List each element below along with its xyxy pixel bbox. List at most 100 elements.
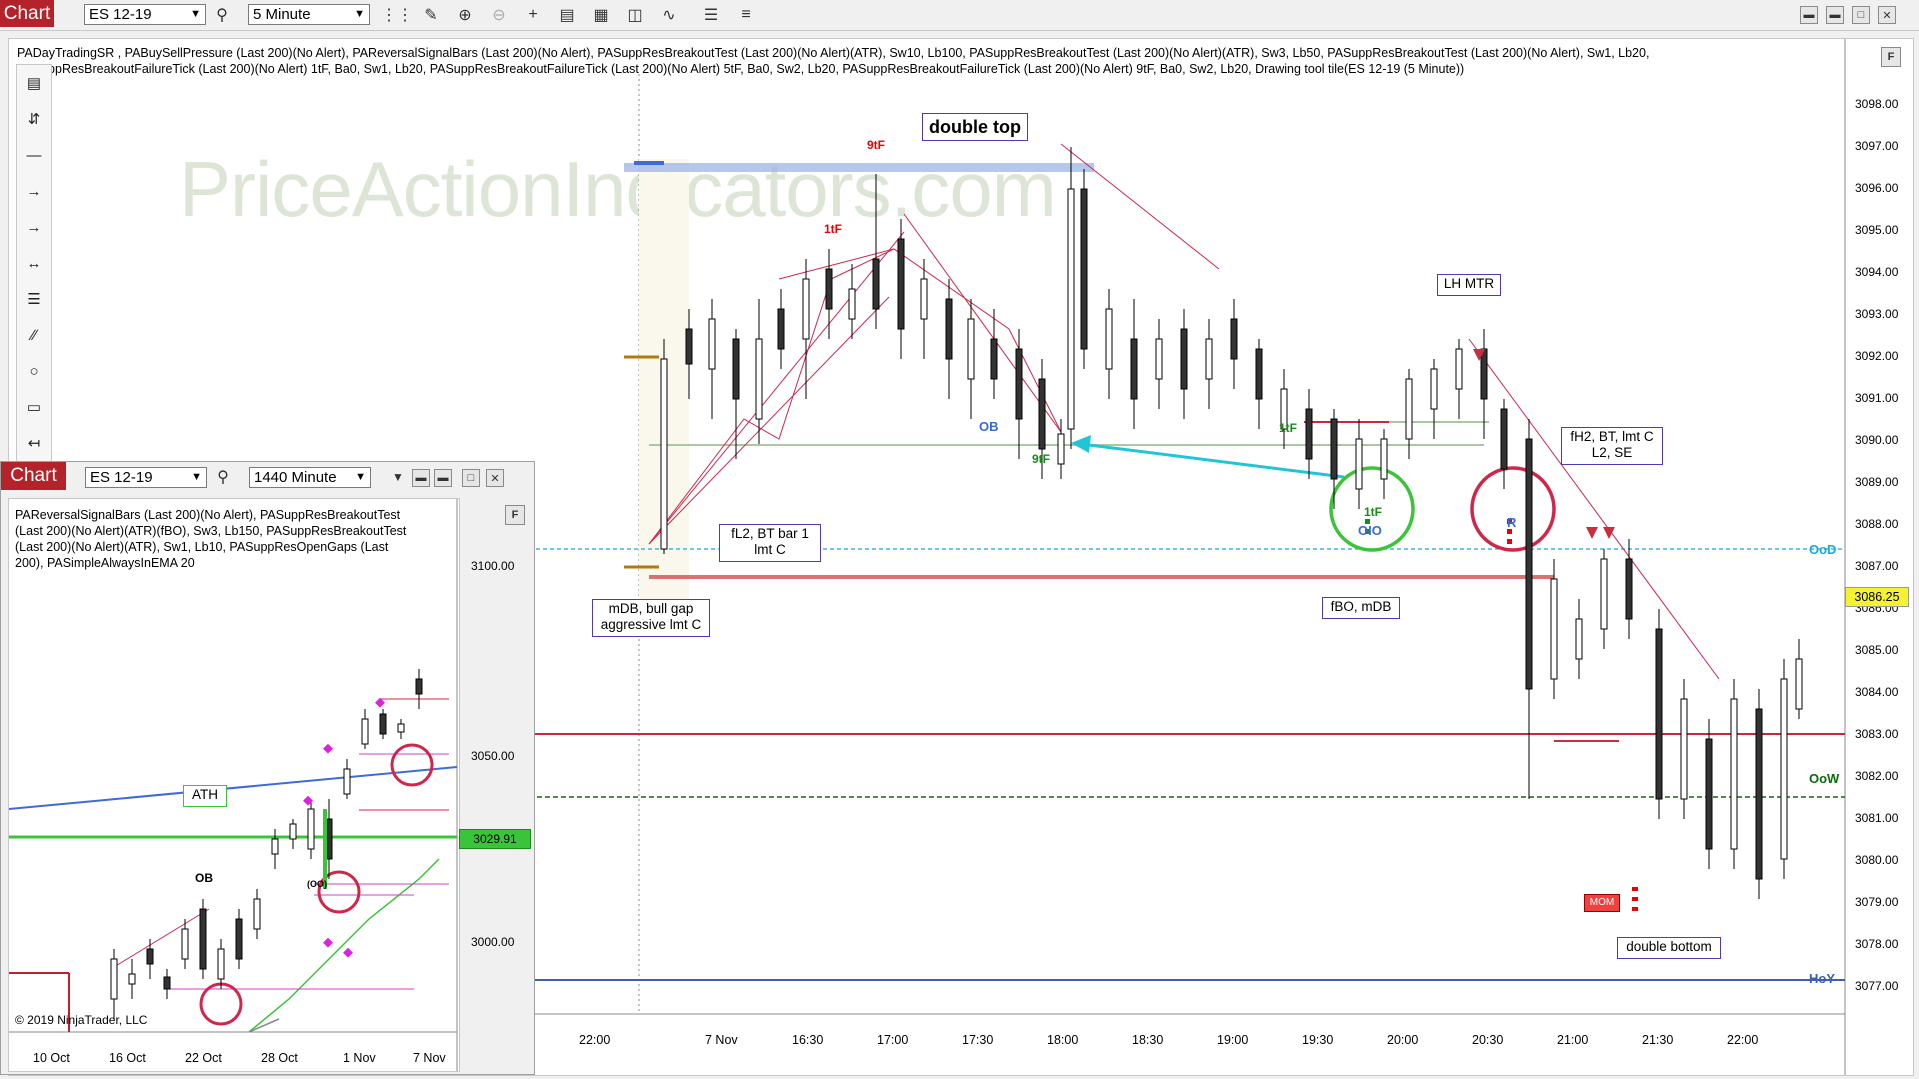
minimize-button[interactable]: ▬ <box>412 469 430 487</box>
bar-type-icon[interactable]: ⋮⋮ <box>381 4 413 26</box>
x-tick: 19:30 <box>1302 1033 1334 1047</box>
copyright: © 2019 NinjaTrader, LLC <box>15 1013 148 1027</box>
y-tick: 3090.00 <box>1855 433 1899 447</box>
channel-icon[interactable]: ∕∕ <box>17 317 51 353</box>
strategy-icon[interactable]: ∿ <box>658 4 680 26</box>
ray-icon[interactable]: → <box>17 173 51 209</box>
annotation-fh2: fH2, BT, lmt C L2, SE <box>1561 427 1663 465</box>
instrument-selector[interactable]: ES 12-19 ▼ <box>84 4 206 25</box>
ruler-icon[interactable]: ▤ <box>17 65 51 101</box>
daily-chart-svg <box>9 499 458 1071</box>
properties-icon[interactable]: ▦ <box>590 4 612 26</box>
line-icon[interactable]: — <box>17 137 51 173</box>
x-tick: 1 Nov <box>343 1051 376 1065</box>
label-1tf-top: 1tF <box>824 222 842 236</box>
ellipse-icon[interactable]: ○ <box>17 353 51 389</box>
y-tick: 3000.00 <box>471 935 515 949</box>
label-ob: OB <box>195 871 213 885</box>
x-tick: 17:00 <box>877 1033 909 1047</box>
y-tick: 3084.00 <box>1855 685 1899 699</box>
x-tick: 21:30 <box>1642 1033 1674 1047</box>
fibonacci-icon[interactable]: ☰ <box>17 281 51 317</box>
chevron-down-icon: ▼ <box>191 471 202 483</box>
rectangle-icon[interactable]: ▭ <box>17 389 51 425</box>
mom-badge: MOM <box>1584 894 1620 912</box>
label-1tf-mid: 1tF <box>1279 421 1297 435</box>
interval-selector[interactable]: 5 Minute ▼ <box>248 4 370 25</box>
y-tick: 3079.00 <box>1855 895 1899 909</box>
interval-value: 1440 Minute <box>254 469 337 486</box>
indicators-icon[interactable]: ◫ <box>624 4 646 26</box>
close-button[interactable]: ✕ <box>1878 6 1896 24</box>
label-1tf-circle: 1tF <box>1364 505 1382 519</box>
instrument-value: ES 12-19 <box>90 469 153 486</box>
annotation-ath: ATH <box>183 785 227 807</box>
maximize-button[interactable]: □ <box>462 469 480 487</box>
instrument-selector[interactable]: ES 12-19 ▼ <box>85 467 207 488</box>
chart-tab[interactable]: Chart <box>1 462 66 490</box>
maximize-button[interactable]: □ <box>1852 6 1870 24</box>
y-tick: 3095.00 <box>1855 223 1899 237</box>
y-tick: 3094.00 <box>1855 265 1899 279</box>
search-icon[interactable]: ⚲ <box>211 4 233 26</box>
x-tick: 10 Oct <box>33 1051 70 1065</box>
x-tick: 22:00 <box>579 1033 611 1047</box>
y-tick: 3088.00 <box>1855 517 1899 531</box>
drawing-toolbar: ▤ ⇵ — → → ↔ ☰ ∕∕ ○ ▭ ↤ <box>16 64 52 466</box>
main-toolbar: Chart ES 12-19 ▼ ⚲ 5 Minute ▼ ⋮⋮ ✎ ⊕ ⊖ + ▤… <box>0 0 1919 31</box>
y-tick: 3085.00 <box>1855 643 1899 657</box>
search-icon[interactable]: ⚲ <box>212 466 234 488</box>
horizontal-line-icon[interactable]: ↔ <box>17 245 51 281</box>
label-oio: OIO <box>1358 523 1382 538</box>
label-9tf-low: 9tF <box>1032 452 1050 466</box>
y-tick: 3050.00 <box>471 749 515 763</box>
last-price-badge: 3086.25 <box>1845 587 1909 607</box>
y-tick: 3083.00 <box>1855 727 1899 741</box>
x-tick: 28 Oct <box>261 1051 298 1065</box>
daily-chart-panel[interactable]: PAReversalSignalBars (Last 200)(No Alert… <box>8 498 531 1072</box>
zoom-out-icon[interactable]: ⊖ <box>488 4 510 26</box>
restore-button[interactable]: ▬ <box>434 469 452 487</box>
instrument-value: ES 12-19 <box>89 6 152 23</box>
zoom-in-icon[interactable]: ⊕ <box>454 4 476 26</box>
x-tick: 16:30 <box>792 1033 824 1047</box>
y-tick: 3078.00 <box>1855 937 1899 951</box>
templates-icon[interactable]: ☰ <box>700 4 722 26</box>
crosshair-icon[interactable]: + <box>522 4 544 26</box>
data-box-icon[interactable]: ▤ <box>556 4 578 26</box>
chevron-down-icon: ▼ <box>355 471 366 483</box>
chevron-down-icon[interactable]: ▼ <box>387 466 409 488</box>
chart-tab[interactable]: Chart <box>0 0 54 27</box>
y-tick: 3081.00 <box>1855 811 1899 825</box>
hoy-label: HoY <box>1809 971 1835 986</box>
interval-value: 5 Minute <box>253 6 311 23</box>
annotation-fl2: fL2, BT bar 1 lmt C <box>719 524 821 562</box>
y-tick: 3096.00 <box>1855 181 1899 195</box>
last-price-badge: 3029.91 <box>459 829 531 849</box>
restore-button[interactable]: ▬ <box>1826 6 1844 24</box>
x-tick: 22:00 <box>1727 1033 1759 1047</box>
y-tick: 3077.00 <box>1855 979 1899 993</box>
pencil-icon[interactable]: ✎ <box>420 4 442 26</box>
x-tick: 17:30 <box>962 1033 994 1047</box>
y-tick: 3089.00 <box>1855 475 1899 489</box>
x-tick: 18:00 <box>1047 1033 1079 1047</box>
y-tick: 3092.00 <box>1855 349 1899 363</box>
x-tick: 20:30 <box>1472 1033 1504 1047</box>
x-tick: 7 Nov <box>705 1033 738 1047</box>
y-tick: 3098.00 <box>1855 97 1899 111</box>
order-panel-icon[interactable]: ≡ <box>735 4 757 26</box>
minimize-button[interactable]: ▬ <box>1800 6 1818 24</box>
label-oo: (OO) <box>307 879 327 889</box>
extended-line-icon[interactable]: → <box>17 209 51 245</box>
ood-label: OoD <box>1809 542 1837 557</box>
f-button[interactable]: F <box>505 505 525 525</box>
x-tick: 21:00 <box>1557 1033 1589 1047</box>
x-tick: 7 Nov <box>413 1051 446 1065</box>
risk-reward-icon[interactable]: ⇵ <box>17 101 51 137</box>
interval-selector[interactable]: 1440 Minute ▼ <box>249 467 371 488</box>
y-tick: 3097.00 <box>1855 139 1899 153</box>
close-button[interactable]: ✕ <box>486 469 504 487</box>
arrow-icon[interactable]: ↤ <box>17 425 51 461</box>
label-ob: OB <box>979 419 999 434</box>
